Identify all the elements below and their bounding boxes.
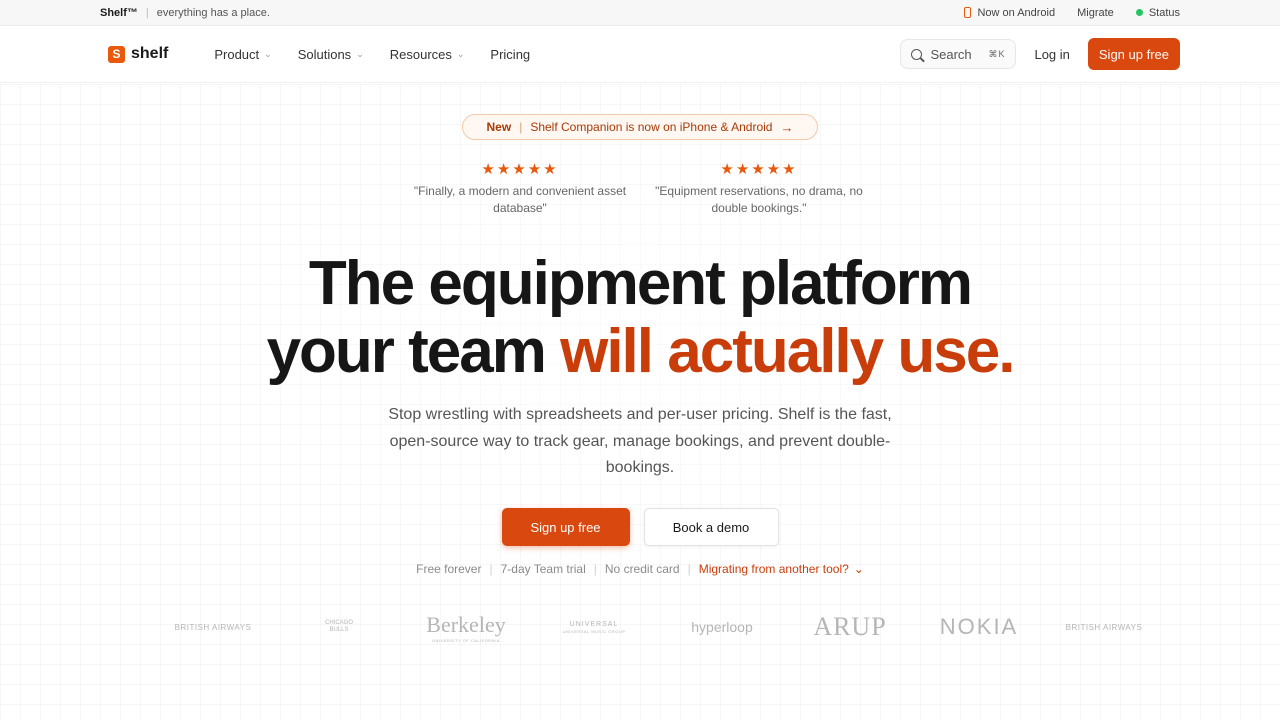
shelf-logo-icon: S bbox=[108, 45, 125, 63]
star-rating-icon: ★★★★★ bbox=[481, 161, 559, 178]
topbar-divider: | bbox=[145, 6, 149, 19]
berkeley-wordmark: Berkeley bbox=[426, 611, 506, 637]
nav-item-solutions[interactable]: Solutions ⌄ bbox=[298, 47, 364, 62]
headline-line2: your team bbox=[266, 317, 561, 386]
search-label: Search bbox=[930, 46, 972, 62]
announcement-text: Shelf Companion is now on iPhone & Andro… bbox=[530, 120, 773, 134]
hero-section: New | Shelf Companion is now on iPhone &… bbox=[0, 84, 1280, 720]
universal-wordmark: UNIVERSAL bbox=[569, 620, 619, 628]
nokia-logo: NOKIA bbox=[939, 614, 1019, 639]
chevron-down-icon: ⌄ bbox=[356, 48, 364, 59]
star-rating-icon: ★★★★★ bbox=[720, 161, 798, 178]
chevron-down-icon: ⌄ bbox=[264, 48, 272, 59]
chevron-down-icon: ⌄ bbox=[853, 562, 864, 576]
universal-logo: UNIVERSAL UNIVERSAL MUSIC GROUP bbox=[556, 610, 632, 644]
hero-perks: Free forever | 7-day Team trial | No cre… bbox=[0, 562, 1280, 576]
perk-item: Free forever bbox=[416, 562, 482, 576]
headline-line1: The equipment platform bbox=[308, 249, 973, 318]
nav-item-resources-label: Resources bbox=[389, 46, 452, 62]
review-quote: "Equipment reservations, no drama, no do… bbox=[655, 184, 863, 215]
status-dot-icon bbox=[1135, 9, 1143, 16]
topbar-migrate-link[interactable]: Migrate bbox=[1077, 7, 1114, 19]
british-airways-logo: BRITISH AIRWAYS bbox=[174, 622, 252, 632]
nav-item-product-label: Product bbox=[214, 46, 260, 62]
pill-divider: | bbox=[519, 120, 523, 134]
search-button[interactable]: Search ⌘K bbox=[900, 39, 1017, 69]
book-demo-button[interactable]: Book a demo bbox=[643, 508, 779, 546]
customer-logos: BRITISH AIRWAYS CHICAGO BULLS Berkeley U… bbox=[0, 610, 1280, 644]
main-nav: S shelf Product ⌄ Solutions ⌄ Resources … bbox=[0, 26, 1280, 83]
chevron-down-icon: ⌄ bbox=[456, 48, 465, 59]
hero-subtitle: Stop wrestling with spreadsheets and per… bbox=[388, 406, 892, 476]
hero-headline: The equipment platform your team will ac… bbox=[0, 250, 1280, 386]
arrow-right-icon: → bbox=[780, 119, 794, 135]
hero-cta-group: Sign up free Book a demo bbox=[0, 508, 1280, 546]
topbar-status-label: Status bbox=[1148, 6, 1180, 19]
nav-signup-button[interactable]: Sign up free bbox=[1087, 38, 1180, 70]
topbar-tagline: everything has a place. bbox=[156, 6, 270, 19]
nav-item-pricing[interactable]: Pricing bbox=[490, 47, 530, 62]
migrating-label: Migrating from another tool? bbox=[698, 562, 849, 576]
perk-divider: | bbox=[593, 562, 597, 576]
topbar-android-label: Now on Android bbox=[977, 6, 1056, 19]
nav-item-product[interactable]: Product ⌄ bbox=[214, 47, 271, 62]
arup-logo: ARUP bbox=[813, 612, 887, 641]
virgin-hyperloop-logo: hyperloop bbox=[691, 619, 753, 635]
announcement-pill[interactable]: New | Shelf Companion is now on iPhone &… bbox=[462, 114, 818, 140]
review-quote: "Finally, a modern and convenient asset … bbox=[413, 184, 627, 215]
nav-item-solutions-label: Solutions bbox=[297, 46, 352, 62]
berkeley-logo: Berkeley UNIVERSITY OF CALIFORNIA bbox=[420, 610, 512, 644]
nav-item-pricing-label: Pricing bbox=[490, 46, 531, 62]
migrating-dropdown-link[interactable]: Migrating from another tool? ⌄ bbox=[699, 562, 864, 576]
berkeley-subtext: UNIVERSITY OF CALIFORNIA bbox=[432, 637, 500, 643]
nav-menu: Product ⌄ Solutions ⌄ Resources ⌄ Pricin… bbox=[214, 47, 530, 62]
search-icon bbox=[911, 48, 923, 60]
headline-accent: will actually use. bbox=[560, 317, 1015, 386]
universal-subtext: UNIVERSAL MUSIC GROUP bbox=[562, 628, 626, 634]
british-airways-logo: BRITISH AIRWAYS bbox=[1065, 622, 1143, 632]
topbar-brand: Shelf™ bbox=[100, 6, 138, 19]
review-card: ★★★★★ "Finally, a modern and convenient … bbox=[410, 160, 630, 217]
phone-icon bbox=[964, 7, 972, 18]
login-link[interactable]: Log in bbox=[1028, 47, 1075, 62]
review-card: ★★★★★ "Equipment reservations, no drama,… bbox=[648, 160, 870, 217]
logo-text: shelf bbox=[131, 45, 169, 62]
perk-item: 7-day Team trial bbox=[500, 562, 586, 576]
perk-item: No credit card bbox=[604, 562, 680, 576]
chicago-bulls-logo: CHICAGO BULLS bbox=[324, 620, 353, 633]
new-badge: New bbox=[486, 120, 512, 134]
perk-divider: | bbox=[489, 562, 493, 576]
topbar-status-link[interactable]: Status bbox=[1135, 6, 1180, 19]
hero-signup-button[interactable]: Sign up free bbox=[501, 508, 630, 546]
search-shortcut: ⌘K bbox=[988, 48, 1006, 59]
topbar-android-link[interactable]: Now on Android bbox=[964, 7, 1055, 19]
perk-divider: | bbox=[687, 562, 691, 576]
logo[interactable]: S shelf bbox=[108, 45, 168, 63]
announcement-topbar: Shelf™ | everything has a place. Now on … bbox=[0, 0, 1280, 26]
nav-item-resources[interactable]: Resources ⌄ bbox=[390, 47, 465, 62]
